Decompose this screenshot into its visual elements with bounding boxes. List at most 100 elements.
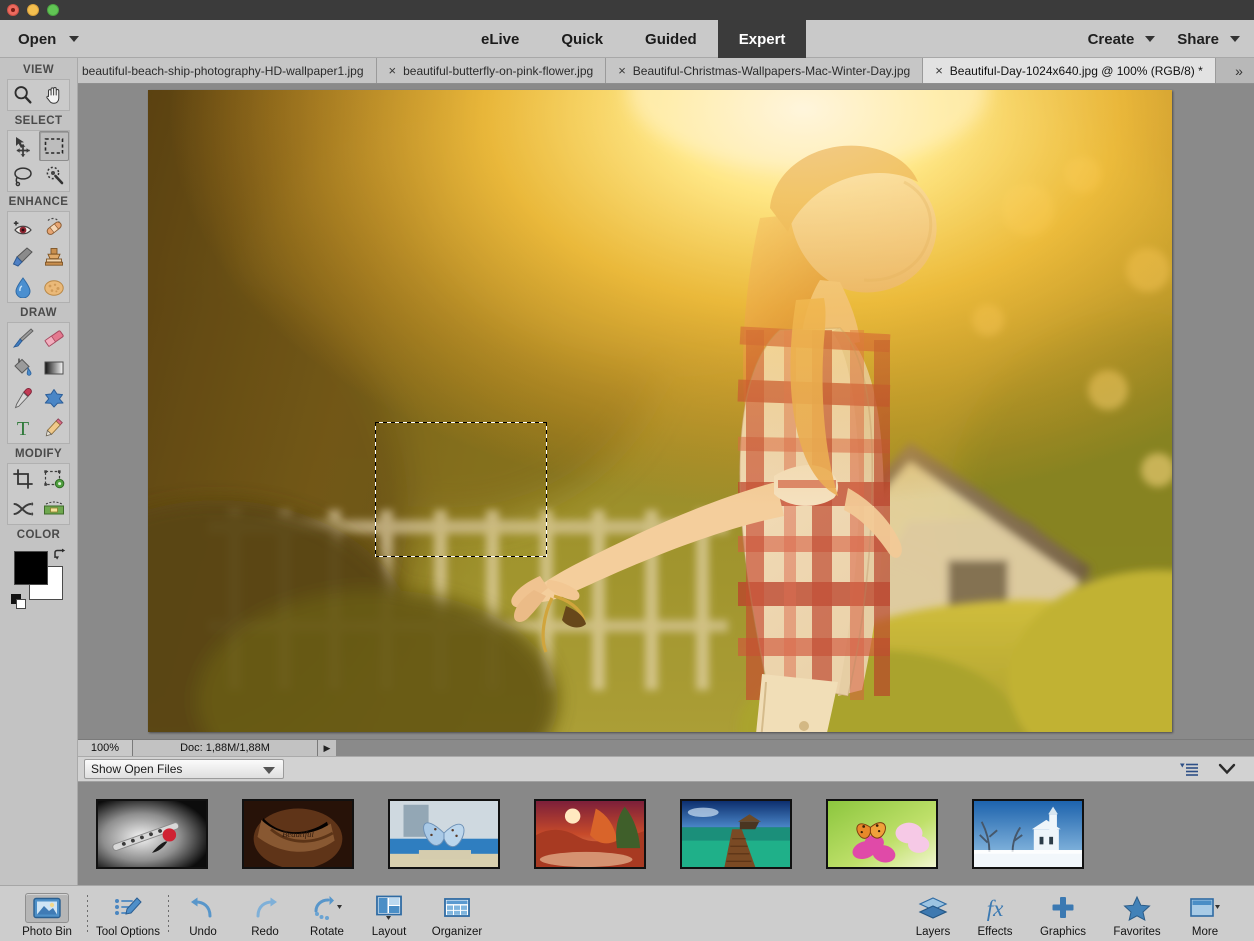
sponge-icon bbox=[42, 276, 66, 298]
quick-selection-tool-button[interactable] bbox=[39, 161, 70, 191]
thumb-image bbox=[390, 801, 498, 867]
content-aware-move-tool-button[interactable] bbox=[8, 494, 39, 524]
default-colors-icon[interactable] bbox=[11, 594, 27, 610]
tab-expert[interactable]: Expert bbox=[718, 20, 807, 58]
blur-tool-button[interactable] bbox=[8, 272, 39, 302]
photo-bin-header-actions bbox=[1180, 762, 1248, 776]
share-menu-button[interactable]: Share bbox=[1177, 31, 1240, 48]
window-maximize-icon[interactable] bbox=[47, 4, 59, 16]
gradient-tool-button[interactable] bbox=[39, 353, 70, 383]
taskbar-divider bbox=[87, 895, 88, 933]
spot-healing-brush-tool-button[interactable] bbox=[39, 212, 70, 242]
crop-tool-button[interactable] bbox=[8, 464, 39, 494]
document-tab-3[interactable]: × Beautiful-Christmas-Wallpapers-Mac-Win… bbox=[606, 58, 923, 83]
color-swatches bbox=[11, 548, 67, 610]
rotate-label: Rotate bbox=[310, 926, 344, 938]
layout-button[interactable]: Layout bbox=[358, 889, 420, 938]
photo-bin-filter-dropdown[interactable]: Show Open Files bbox=[84, 759, 284, 779]
straighten-tool-button[interactable] bbox=[39, 494, 70, 524]
pencil-icon bbox=[42, 417, 66, 439]
zoom-tool-button[interactable] bbox=[8, 80, 39, 110]
tab-overflow-button[interactable]: » bbox=[1224, 58, 1254, 83]
close-icon[interactable]: × bbox=[618, 64, 626, 77]
tool-options-button[interactable]: Tool Options bbox=[91, 889, 165, 938]
document-tab-1[interactable]: beautiful-beach-ship-photography-HD-wall… bbox=[78, 58, 377, 83]
document-tab-3-label: Beautiful-Christmas-Wallpapers-Mac-Winte… bbox=[633, 64, 910, 78]
document-size-field: Doc: 1,88M/1,88M bbox=[133, 740, 318, 757]
hand-tool-button[interactable] bbox=[39, 80, 70, 110]
clone-stamp-tool-button[interactable] bbox=[39, 242, 70, 272]
create-menu-button[interactable]: Create bbox=[1088, 31, 1156, 48]
rectangular-marquee-tool-button[interactable] bbox=[39, 131, 70, 161]
sponge-tool-button[interactable] bbox=[39, 272, 70, 302]
favorites-panel-button[interactable]: Favorites bbox=[1100, 889, 1174, 938]
red-eye-removal-tool-button[interactable] bbox=[8, 212, 39, 242]
document-tab-2[interactable]: × beautiful-butterfly-on-pink-flower.jpg bbox=[377, 58, 607, 83]
tab-expert-label: Expert bbox=[739, 31, 786, 48]
lasso-tool-button[interactable] bbox=[8, 161, 39, 191]
eraser-tool-button[interactable] bbox=[39, 323, 70, 353]
close-icon[interactable]: × bbox=[935, 64, 943, 77]
bin-menu-icon[interactable] bbox=[1180, 762, 1200, 776]
organizer-button[interactable]: Organizer bbox=[420, 889, 494, 938]
type-tool-button[interactable]: T bbox=[8, 413, 39, 443]
layout-icon bbox=[374, 893, 404, 923]
content-aware-move-icon bbox=[11, 498, 35, 520]
status-expand-icon[interactable]: ▶ bbox=[318, 740, 336, 757]
color-picker-tool-button[interactable] bbox=[8, 383, 39, 413]
brush-tool-button[interactable] bbox=[8, 323, 39, 353]
pencil-tool-button[interactable] bbox=[39, 413, 70, 443]
undo-label: Undo bbox=[189, 926, 217, 938]
move-arrows-icon bbox=[11, 134, 35, 158]
straighten-icon bbox=[42, 498, 66, 520]
layers-panel-button[interactable]: Layers bbox=[902, 889, 964, 938]
canvas-area[interactable] bbox=[78, 84, 1254, 739]
document-tab-4[interactable]: × Beautiful-Day-1024x640.jpg @ 100% (RGB… bbox=[923, 58, 1216, 83]
rotate-button[interactable]: Rotate bbox=[296, 889, 358, 938]
graphics-panel-button[interactable]: Graphics bbox=[1026, 889, 1100, 938]
layers-label: Layers bbox=[916, 926, 951, 938]
thumb-image bbox=[682, 801, 790, 867]
redo-button[interactable]: Redo bbox=[234, 889, 296, 938]
collapse-chevron-icon[interactable] bbox=[1218, 763, 1236, 775]
lasso-icon bbox=[11, 165, 35, 187]
organizer-icon bbox=[442, 893, 472, 923]
window-minimize-icon[interactable] bbox=[27, 4, 39, 16]
bottom-task-bar: Photo Bin Tool Options Undo bbox=[0, 885, 1254, 941]
foreground-color-swatch[interactable] bbox=[14, 551, 48, 585]
bin-thumbnail-tattooed-arms[interactable]: Beautiful bbox=[242, 799, 354, 869]
close-icon[interactable]: × bbox=[389, 64, 397, 77]
custom-shape-tool-button[interactable] bbox=[39, 383, 70, 413]
smart-brush-tool-button[interactable] bbox=[8, 242, 39, 272]
tab-elive[interactable]: eLive bbox=[460, 20, 540, 58]
image-canvas[interactable] bbox=[148, 90, 1172, 732]
paint-bucket-tool-button[interactable] bbox=[8, 353, 39, 383]
photo-bin-button[interactable]: Photo Bin bbox=[10, 889, 84, 938]
effects-panel-button[interactable]: fx Effects bbox=[964, 889, 1026, 938]
photo-bin[interactable]: Beautiful bbox=[78, 782, 1254, 885]
undo-button[interactable]: Undo bbox=[172, 889, 234, 938]
open-menu-label: Open bbox=[18, 31, 56, 48]
recompose-icon bbox=[42, 468, 66, 490]
more-panel-button[interactable]: More bbox=[1174, 889, 1236, 938]
open-menu-button[interactable]: Open bbox=[18, 20, 79, 58]
bin-thumbnail-blue-butterfly[interactable] bbox=[388, 799, 500, 869]
recompose-tool-button[interactable] bbox=[39, 464, 70, 494]
bin-thumbnail-autumn-fire-landscape[interactable] bbox=[534, 799, 646, 869]
bin-thumbnail-wooden-pier-ocean[interactable] bbox=[680, 799, 792, 869]
move-tool-button[interactable] bbox=[8, 131, 39, 161]
bin-thumbnail-flute-with-red-rose[interactable] bbox=[96, 799, 208, 869]
magic-wand-icon bbox=[42, 165, 66, 187]
window-close-icon[interactable] bbox=[7, 4, 19, 16]
gradient-icon bbox=[42, 357, 66, 379]
tab-quick[interactable]: Quick bbox=[540, 20, 624, 58]
bin-thumbnail-winter-church-snow[interactable] bbox=[972, 799, 1084, 869]
custom-shape-blob-icon bbox=[42, 387, 66, 409]
swap-colors-icon[interactable] bbox=[53, 548, 67, 562]
zoom-level-field[interactable]: 100% bbox=[78, 740, 133, 757]
document-tab-4-label: Beautiful-Day-1024x640.jpg @ 100% (RGB/8… bbox=[950, 64, 1203, 78]
tab-guided[interactable]: Guided bbox=[624, 20, 718, 58]
tool-group-modify bbox=[7, 463, 70, 525]
thumb-image bbox=[828, 801, 936, 867]
bin-thumbnail-orange-butterfly-pink-flower[interactable] bbox=[826, 799, 938, 869]
